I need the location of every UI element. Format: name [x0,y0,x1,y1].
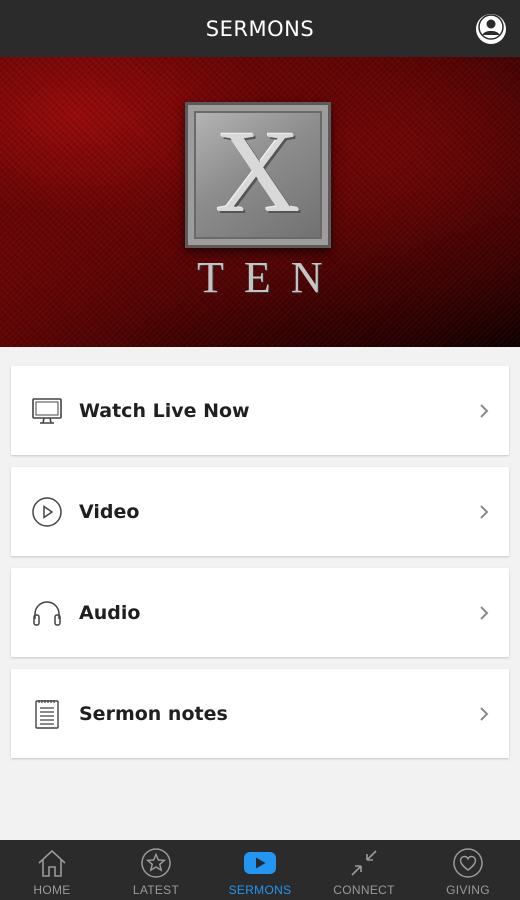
tab-connect[interactable]: CONNECT [312,840,416,900]
connect-arrows-icon [347,846,381,880]
logo-emblem: X [185,102,331,248]
bottom-tab-bar: HOME LATEST SERMONS CONNECT GIVING [0,840,520,900]
tab-label: GIVING [446,883,490,897]
menu-item-watch-live[interactable]: Watch Live Now [11,366,509,455]
menu-item-label: Video [79,500,140,523]
home-icon [35,846,69,880]
menu-item-sermon-notes[interactable]: Sermon notes [11,669,509,758]
top-bar: SERMONS [0,0,520,57]
tab-label: HOME [33,883,71,897]
menu-item-label: Audio [79,601,141,624]
tab-label: CONNECT [333,883,395,897]
profile-button[interactable] [476,13,506,45]
tab-home[interactable]: HOME [0,840,104,900]
menu-item-audio[interactable]: Audio [11,568,509,657]
tab-label: SERMONS [228,883,292,897]
tab-latest[interactable]: LATEST [104,840,208,900]
chevron-right-icon [477,401,491,421]
menu-item-label: Sermon notes [79,702,228,725]
tab-label: LATEST [132,883,180,897]
heart-circle-icon [451,846,485,880]
notes-icon [30,697,64,731]
user-profile-icon [478,13,504,45]
star-circle-icon [139,846,173,880]
menu-item-video[interactable]: Video [11,467,509,556]
page-title: SERMONS [205,16,315,41]
chevron-right-icon [477,704,491,724]
logo-word: TEN [197,253,343,302]
hero-banner: X TEN [0,57,520,347]
menu-item-label: Watch Live Now [79,399,250,422]
youtube-play-icon [243,846,277,880]
monitor-icon [30,394,64,428]
logo-letter: X [215,106,301,237]
chevron-right-icon [477,502,491,522]
chevron-right-icon [477,603,491,623]
tab-sermons[interactable]: SERMONS [208,840,312,900]
play-circle-icon [30,495,64,529]
sermon-menu: Watch Live Now Video Audio Sermon notes [11,366,509,770]
tab-giving[interactable]: GIVING [416,840,520,900]
headphones-icon [30,596,64,630]
